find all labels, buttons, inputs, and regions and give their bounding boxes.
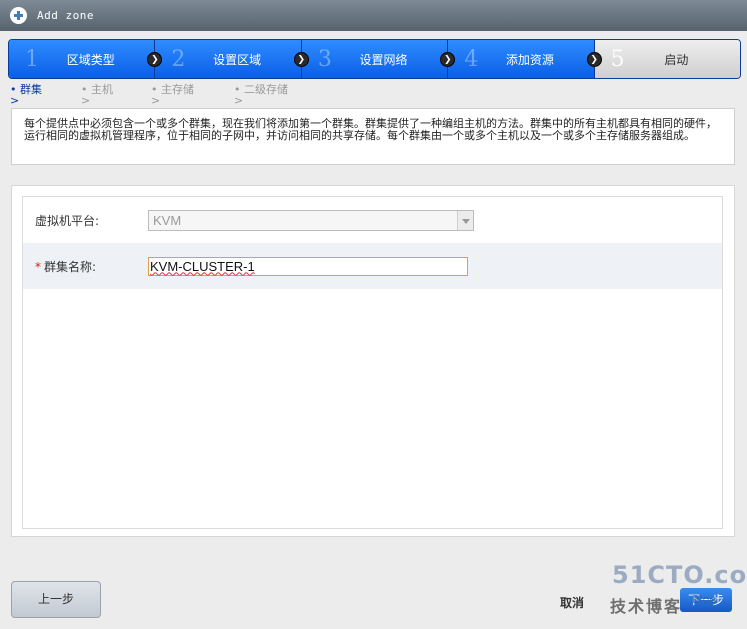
step-setup-zone: 2 设置区域 ❯ — [155, 40, 309, 78]
step-label: 设置网络 — [359, 52, 408, 67]
step-number: 2 — [171, 46, 186, 72]
cluster-name-value: KVM-CLUSTER-1 — [150, 258, 255, 274]
wizard-steps: 1 区域类型 ❯ 2 设置区域 ❯ 3 设置网络 ❯ 4 添加资源 ❯ 5 启动 — [8, 39, 741, 79]
step-zone-type: 1 区域类型 ❯ — [9, 40, 163, 78]
description-box: 每个提供点中必须包含一个或多个群集，现在我们将添加第一个群集。群集提供了一种编组… — [11, 108, 735, 165]
add-icon — [10, 7, 27, 24]
hypervisor-label: 虚拟机平台: — [35, 213, 100, 228]
step-number: 3 — [317, 46, 332, 72]
description-text: 每个提供点中必须包含一个或多个群集，现在我们将添加第一个群集。群集提供了一种编组… — [24, 117, 717, 142]
step-launch: 5 启动 — [594, 40, 740, 78]
cluster-name-label: 群集名称: — [44, 259, 97, 274]
required-mark: * — [35, 259, 41, 274]
chevron-right-icon: ❯ — [586, 52, 602, 67]
step-label: 设置区域 — [213, 52, 262, 67]
cluster-name-row: * 群集名称: KVM-CLUSTER-1 — [23, 243, 722, 289]
substep-primary-storage: • 主存储 > — [151, 83, 194, 107]
step-number: 1 — [25, 46, 39, 72]
step-add-resources: 4 添加资源 ❯ — [448, 40, 602, 78]
window-titlebar: Add zone — [0, 0, 747, 31]
next-button[interactable]: 下一步 — [680, 588, 732, 612]
chevron-right-icon: ❯ — [293, 52, 309, 67]
previous-button[interactable]: 上一步 — [11, 581, 101, 618]
substep-host: • 主机 > — [81, 83, 113, 107]
hypervisor-select[interactable]: KVM — [148, 209, 474, 231]
cluster-form: 虚拟机平台: KVM * 群集名称: KVM-CLUSTER-1 — [22, 196, 723, 529]
substep-cluster: • 群集 > — [10, 83, 42, 107]
cluster-name-input[interactable]: KVM-CLUSTER-1 — [148, 256, 468, 276]
hypervisor-row: 虚拟机平台: KVM — [23, 197, 722, 243]
substep-secondary-storage: • 二级存储 > — [234, 83, 288, 107]
watermark-site: 51CTO.com — [612, 561, 747, 589]
hypervisor-value: KVM — [153, 212, 182, 228]
step-label: 启动 — [664, 52, 689, 67]
window-title: Add zone — [37, 9, 94, 22]
cancel-button[interactable]: 取消 — [560, 594, 584, 611]
watermark-blog-cn: 技术博客 — [610, 597, 683, 616]
step-setup-network: 3 设置网络 ❯ — [301, 40, 456, 78]
form-panel: 虚拟机平台: KVM * 群集名称: KVM-CLUSTER-1 — [11, 185, 735, 537]
chevron-down-icon[interactable] — [457, 210, 473, 230]
step-number: 4 — [464, 46, 479, 72]
step-label: 区域类型 — [66, 52, 115, 67]
cluster-name-label-wrap: * 群集名称: — [23, 258, 148, 275]
step-label: 添加资源 — [505, 52, 554, 67]
step-number: 5 — [610, 46, 625, 72]
sub-steps: • 群集 > • 主机 > • 主存储 > • 二级存储 > — [10, 84, 310, 108]
